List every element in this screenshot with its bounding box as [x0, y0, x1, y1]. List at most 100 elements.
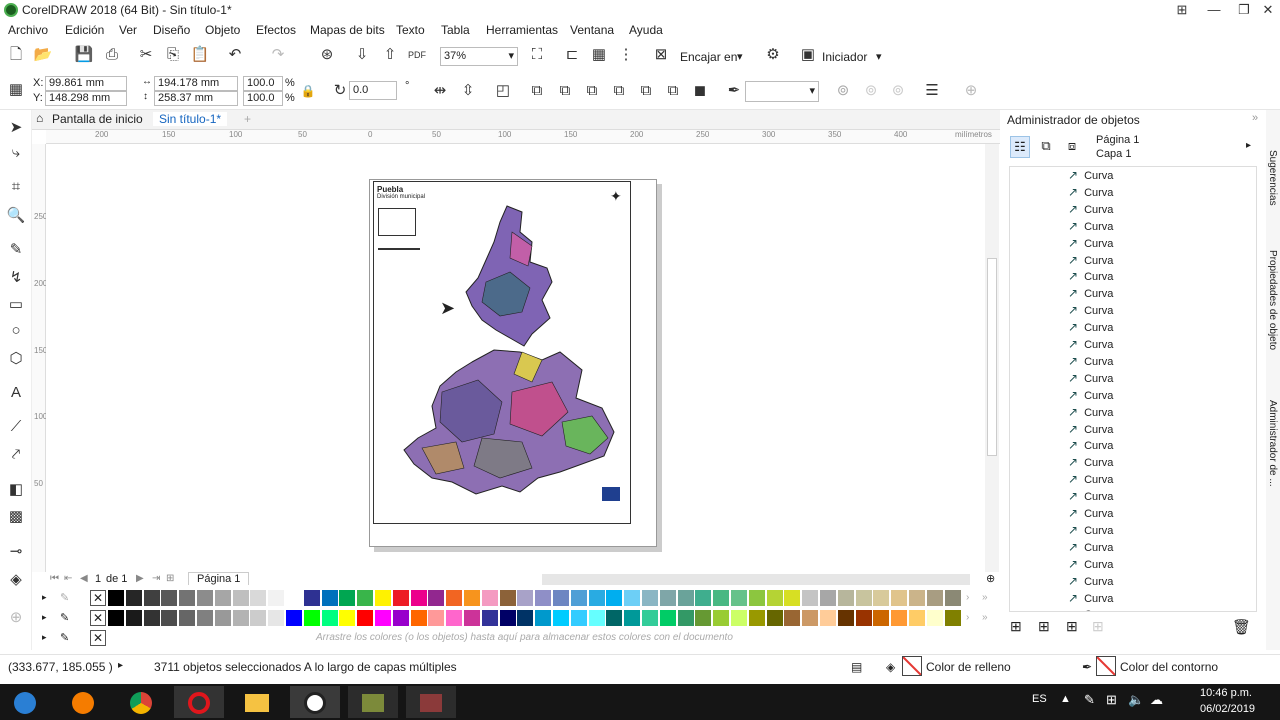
- color-swatch[interactable]: [428, 610, 445, 626]
- color-swatch[interactable]: [214, 610, 231, 626]
- list-item[interactable]: ↗ Curva: [1068, 370, 1113, 386]
- color-swatch[interactable]: [837, 610, 854, 626]
- color-swatch[interactable]: [891, 590, 908, 606]
- horizontal-ruler[interactable]: 200 150 100 50 0 50 100 150 200 250 300 …: [46, 130, 1000, 144]
- color-swatch[interactable]: [339, 590, 356, 606]
- new-layer-icon[interactable]: ⊞: [1010, 618, 1022, 635]
- chevron-down-icon[interactable]: ▾: [737, 50, 743, 63]
- add-icon[interactable]: ⊕: [961, 82, 981, 100]
- color-swatch[interactable]: [766, 610, 783, 626]
- color-swatch[interactable]: [197, 590, 213, 606]
- maximize-button[interactable]: ❐: [1234, 1, 1254, 18]
- menu-ayuda[interactable]: Ayuda: [629, 23, 663, 37]
- list-item[interactable]: ↗ Curva: [1068, 590, 1113, 606]
- color-swatch[interactable]: [357, 590, 374, 606]
- list-item[interactable]: ↗ Curva: [1068, 252, 1113, 268]
- export-icon[interactable]: ⇧: [380, 46, 400, 64]
- color-swatch[interactable]: [250, 590, 267, 606]
- list-item[interactable]: ↗ Curva: [1068, 488, 1113, 504]
- color-swatch[interactable]: [837, 590, 854, 606]
- color-swatch[interactable]: [695, 610, 712, 626]
- color-swatch[interactable]: [659, 610, 676, 626]
- color-swatch[interactable]: [802, 590, 819, 606]
- first-page-button[interactable]: ⇤: [64, 573, 72, 584]
- no-color-swatch[interactable]: ✕: [90, 590, 106, 606]
- list-item[interactable]: ↗ Curva: [1068, 235, 1113, 251]
- show-hidden-icons-icon[interactable]: ▲: [1060, 693, 1071, 705]
- color-swatch[interactable]: [375, 590, 391, 606]
- color-swatch[interactable]: [428, 590, 445, 606]
- open-icon[interactable]: 📂: [33, 46, 53, 64]
- help-icon[interactable]: ⊞: [1172, 1, 1192, 18]
- text-tool-icon[interactable]: A: [6, 384, 26, 401]
- ellipse-tool-icon[interactable]: ○: [6, 322, 26, 339]
- color-swatch[interactable]: [855, 590, 872, 606]
- eyedropper-icon[interactable]: ✎: [60, 631, 69, 644]
- color-swatch[interactable]: [748, 590, 765, 606]
- color-swatch[interactable]: [499, 610, 516, 626]
- page-layer-menu-icon[interactable]: ▸: [1246, 140, 1251, 151]
- color-swatch[interactable]: [179, 590, 196, 606]
- color-swatch[interactable]: [108, 610, 124, 626]
- y-position-field[interactable]: 148.298 mm: [45, 91, 127, 106]
- color-swatch[interactable]: [677, 610, 694, 626]
- color-swatch[interactable]: [303, 590, 320, 606]
- edit-across-layers-icon[interactable]: ⧉: [1036, 136, 1056, 158]
- color-swatch[interactable]: [909, 610, 925, 626]
- opera-icon[interactable]: [174, 686, 224, 718]
- color-swatch[interactable]: [695, 590, 712, 606]
- menu-ver[interactable]: Ver: [119, 23, 137, 37]
- color-swatch[interactable]: [446, 610, 463, 626]
- shape-tool-icon[interactable]: ⤷: [6, 144, 26, 161]
- color-swatch[interactable]: [268, 610, 285, 626]
- color-swatch[interactable]: [731, 590, 747, 606]
- list-item[interactable]: ↗ Curva: [1068, 556, 1113, 572]
- list-item[interactable]: ↗ Curva: [1068, 167, 1113, 183]
- eyedropper-tool-icon[interactable]: ⊸: [6, 542, 26, 560]
- object-origin-icon[interactable]: ▦: [6, 81, 26, 99]
- menu-ventana[interactable]: Ventana: [570, 23, 614, 37]
- color-swatch[interactable]: [624, 610, 641, 626]
- search-content-icon[interactable]: ⊛: [317, 46, 337, 64]
- color-swatch[interactable]: [161, 590, 178, 606]
- palette-scroll-right-icon[interactable]: ›: [966, 592, 969, 603]
- color-swatch[interactable]: [464, 610, 480, 626]
- rotation-field[interactable]: 0.0: [349, 81, 397, 100]
- color-swatch[interactable]: [909, 590, 925, 606]
- width-field[interactable]: 194.178 mm: [154, 76, 238, 91]
- wrap-text-icon[interactable]: ⊚: [888, 82, 908, 100]
- no-color-swatch[interactable]: ✕: [90, 610, 106, 626]
- cloud-icon[interactable]: ☁: [1150, 692, 1163, 708]
- color-swatch[interactable]: [321, 610, 338, 626]
- pdf-icon[interactable]: PDF: [407, 46, 427, 64]
- next-page-button[interactable]: ▶: [136, 573, 144, 584]
- palette-flyout-icon[interactable]: ▸: [42, 632, 47, 643]
- home-icon[interactable]: ⌂: [32, 111, 47, 125]
- color-swatch[interactable]: [731, 610, 747, 626]
- corel-app-2-icon[interactable]: [406, 686, 456, 718]
- color-swatch[interactable]: [143, 610, 160, 626]
- color-swatch[interactable]: [464, 590, 480, 606]
- color-swatch[interactable]: [446, 590, 463, 606]
- color-swatch[interactable]: [339, 610, 356, 626]
- color-swatch[interactable]: [784, 610, 801, 626]
- color-swatch[interactable]: [481, 610, 498, 626]
- color-swatch[interactable]: [944, 610, 961, 626]
- snap-icon[interactable]: ⊠: [651, 46, 671, 64]
- color-swatch[interactable]: [677, 590, 694, 606]
- list-item[interactable]: ↗ Curva: [1068, 471, 1113, 487]
- page-tab[interactable]: Página 1: [188, 572, 250, 585]
- color-swatch[interactable]: [179, 610, 196, 626]
- intersect-icon[interactable]: ⧉: [636, 82, 656, 100]
- list-item[interactable]: ↗ Curva: [1068, 454, 1113, 470]
- palette-expand-icon[interactable]: »: [982, 592, 988, 603]
- tab-home-screen[interactable]: Pantalla de inicio: [48, 112, 147, 126]
- list-item[interactable]: ↗ Curva: [1068, 387, 1113, 403]
- new-document-icon[interactable]: 🗋: [6, 46, 26, 64]
- color-swatch[interactable]: [624, 590, 641, 606]
- show-properties-icon[interactable]: ☷: [1010, 136, 1030, 158]
- color-swatch[interactable]: [143, 590, 160, 606]
- launch-icon[interactable]: ▣: [798, 46, 818, 64]
- color-swatch[interactable]: [855, 610, 872, 626]
- color-swatch[interactable]: [250, 610, 267, 626]
